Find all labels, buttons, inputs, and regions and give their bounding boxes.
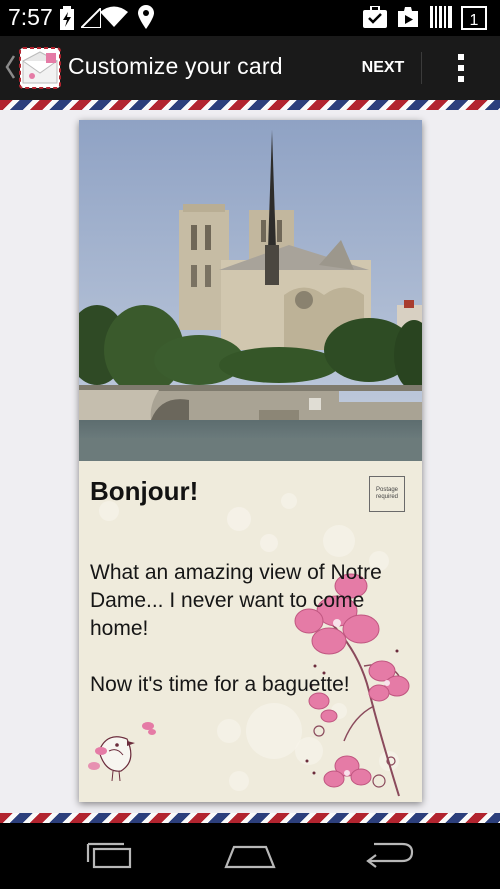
card-greeting[interactable]: Bonjour! bbox=[90, 476, 198, 507]
home-icon[interactable] bbox=[220, 837, 280, 877]
airmail-stripe-top bbox=[0, 100, 500, 110]
postcard: Bonjour! Postage required What an amazin… bbox=[79, 120, 422, 802]
back-icon[interactable] bbox=[360, 837, 420, 877]
one-icon: 1 bbox=[461, 6, 487, 30]
play-store-icon bbox=[398, 7, 418, 27]
action-bar: Customize your card NEXT bbox=[0, 36, 500, 100]
battery-charging-icon bbox=[60, 6, 74, 30]
task-check-icon bbox=[363, 6, 387, 28]
postage-stamp-box: Postage required bbox=[369, 476, 405, 512]
status-bar: 7:57 1 bbox=[0, 0, 500, 36]
message-panel[interactable]: Bonjour! Postage required What an amazin… bbox=[79, 461, 422, 802]
location-icon bbox=[138, 5, 154, 29]
action-divider bbox=[421, 52, 422, 84]
card-preview-area: Bonjour! Postage required What an amazin… bbox=[0, 110, 500, 813]
badge-number: 1 bbox=[470, 12, 479, 29]
next-button[interactable]: NEXT bbox=[347, 48, 419, 88]
navigation-bar bbox=[0, 823, 500, 889]
up-chevron-icon[interactable] bbox=[4, 54, 16, 80]
card-message[interactable]: What an amazing view of Notre Dame... I … bbox=[90, 559, 410, 699]
wifi-icon bbox=[100, 6, 128, 27]
recents-icon[interactable] bbox=[80, 837, 140, 877]
envelope-app-icon[interactable] bbox=[19, 47, 61, 89]
page-title: Customize your card bbox=[68, 53, 283, 79]
airmail-stripe-bottom bbox=[0, 813, 500, 823]
status-time: 7:57 bbox=[8, 4, 53, 30]
barcode-icon bbox=[430, 6, 452, 28]
overflow-menu-icon[interactable] bbox=[440, 48, 482, 88]
signal-icon bbox=[81, 8, 101, 28]
bird-illustration bbox=[88, 722, 156, 782]
notre-dame-photo[interactable] bbox=[79, 120, 422, 461]
